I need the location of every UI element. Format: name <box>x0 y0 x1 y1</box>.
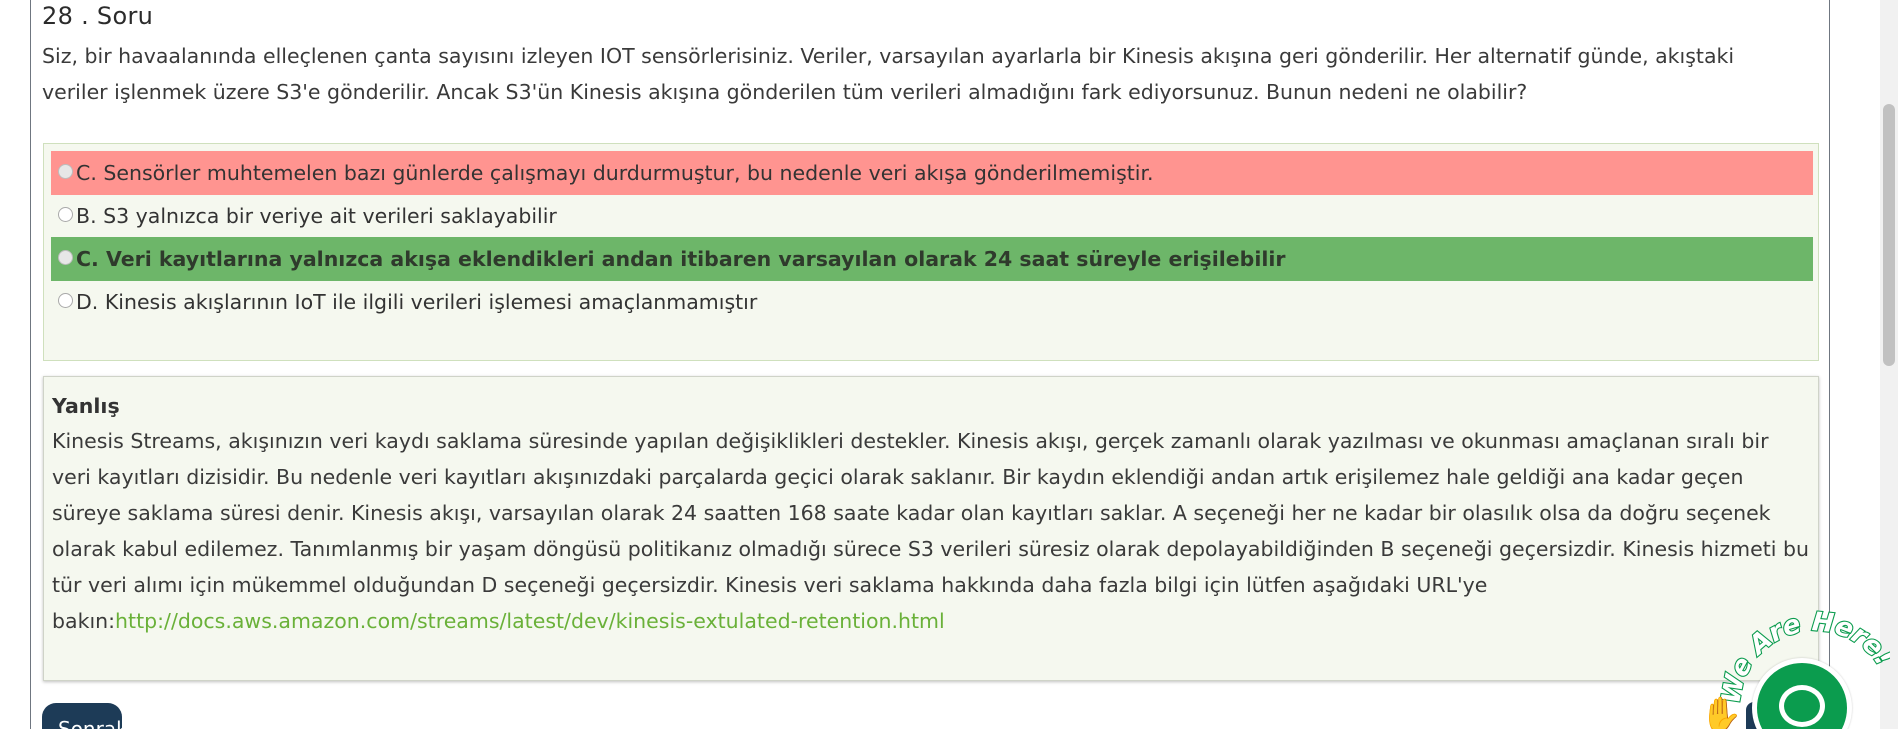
explanation-panel: Yanlış Kinesis Streams, akışınızın veri … <box>43 376 1819 681</box>
next-button[interactable]: Sonraki <box>42 703 133 729</box>
scrollbar-thumb[interactable] <box>1883 104 1895 366</box>
radio-button[interactable] <box>58 207 73 222</box>
option-4[interactable]: D. Kinesis akışlarının IoT ile ilgili ve… <box>51 280 1813 324</box>
option-label: B. S3 yalnızca bir veriye ait verileri s… <box>76 204 557 228</box>
option-label: C. Sensörler muhtemelen bazı günlerde ça… <box>76 161 1154 185</box>
explanation-body: Kinesis Streams, akışınızın veri kaydı s… <box>52 429 1809 633</box>
explanation-text: Kinesis Streams, akışınızın veri kaydı s… <box>52 423 1810 639</box>
option-3[interactable]: C. Veri kayıtlarına yalnızca akışa eklen… <box>51 237 1813 281</box>
radio-button[interactable] <box>58 164 73 179</box>
option-1[interactable]: C. Sensörler muhtemelen bazı günlerde ça… <box>51 151 1813 195</box>
speech-bubble-icon <box>1779 685 1825 727</box>
chat-widget[interactable]: We Are Here! ✋ <box>1690 600 1890 729</box>
question-number: 28 . Soru <box>42 2 154 30</box>
waving-hand-icon: ✋ <box>1700 695 1743 729</box>
answer-options: C. Sensörler muhtemelen bazı günlerde ça… <box>43 143 1819 361</box>
radio-button[interactable] <box>58 250 73 265</box>
result-label: Yanlış <box>52 394 120 418</box>
option-2[interactable]: B. S3 yalnızca bir veriye ait verileri s… <box>51 194 1813 238</box>
option-label: D. Kinesis akışlarının IoT ile ilgili ve… <box>76 290 758 314</box>
reference-link[interactable]: http://docs.aws.amazon.com/streams/lates… <box>115 609 945 633</box>
quiz-panel: 28 . Soru Siz, bir havaalanında elleçlen… <box>30 0 1830 729</box>
option-label: C. Veri kayıtlarına yalnızca akışa eklen… <box>76 247 1286 271</box>
question-text: Siz, bir havaalanında elleçlenen çanta s… <box>42 44 1735 104</box>
radio-button[interactable] <box>58 293 73 308</box>
